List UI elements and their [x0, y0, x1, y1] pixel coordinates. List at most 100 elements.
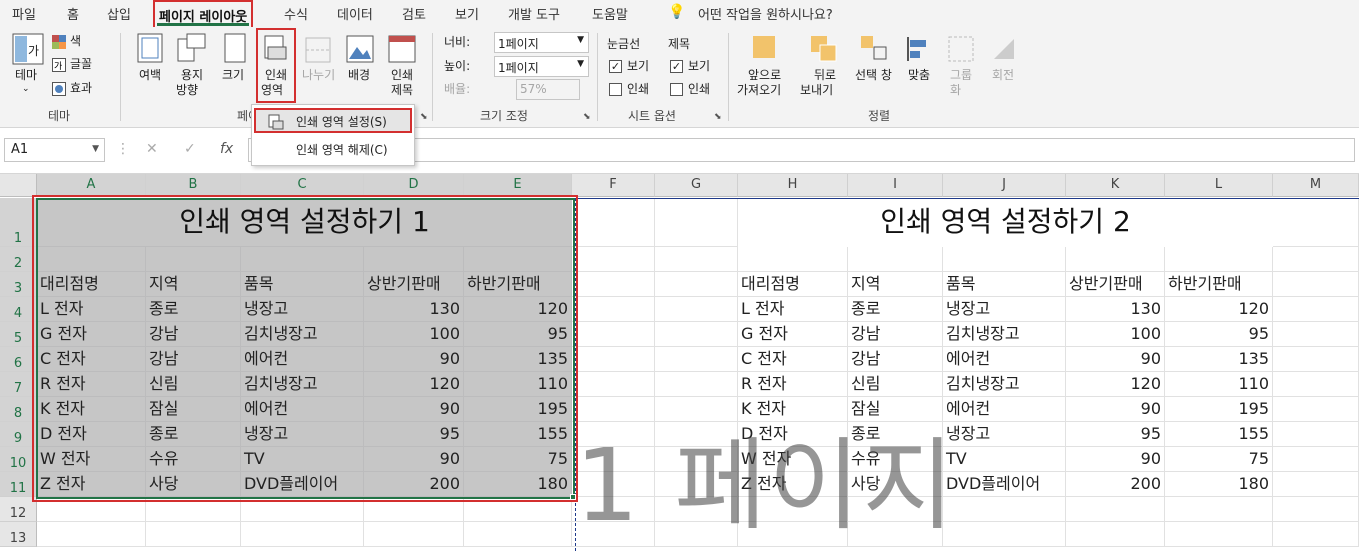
table1-header[interactable]: 품목	[241, 272, 364, 297]
table2-header[interactable]: 지역	[848, 272, 943, 297]
cell[interactable]	[655, 472, 738, 497]
cell[interactable]	[146, 247, 241, 272]
table1-cell[interactable]: 75	[464, 447, 572, 472]
cell[interactable]	[655, 322, 738, 347]
table2-cell[interactable]: 냉장고	[943, 297, 1066, 322]
row-header-13[interactable]: 13	[0, 522, 37, 547]
table2-cell[interactable]: 100	[1066, 322, 1165, 347]
table2-cell[interactable]: G 전자	[738, 322, 848, 347]
table1-header[interactable]: 상반기판매	[364, 272, 464, 297]
cell[interactable]	[738, 497, 848, 522]
table1-cell[interactable]: 사당	[146, 472, 241, 497]
table1-cell[interactable]: Z 전자	[37, 472, 146, 497]
table1-header[interactable]: 대리점명	[37, 272, 146, 297]
table1-cell[interactable]: TV	[241, 447, 364, 472]
cell[interactable]	[572, 522, 655, 547]
cell[interactable]	[1273, 247, 1359, 272]
table2-header[interactable]: 상반기판매	[1066, 272, 1165, 297]
table2-cell[interactable]: 잠실	[848, 397, 943, 422]
column-header-j[interactable]: J	[943, 174, 1066, 197]
effects-label[interactable]: 효과	[70, 81, 92, 96]
margins-icon[interactable]	[137, 33, 163, 63]
cell[interactable]	[655, 422, 738, 447]
width-select[interactable]: 1페이지 ▼	[494, 32, 589, 53]
cell[interactable]	[464, 497, 572, 522]
cell[interactable]	[1273, 372, 1359, 397]
background-icon[interactable]	[346, 35, 374, 63]
table1-cell[interactable]: 수유	[146, 447, 241, 472]
table1-cell[interactable]: 신림	[146, 372, 241, 397]
table2-cell[interactable]: R 전자	[738, 372, 848, 397]
table1-cell[interactable]: 135	[464, 347, 572, 372]
cancel-icon[interactable]: ✕	[146, 141, 158, 157]
table2-header[interactable]: 품목	[943, 272, 1066, 297]
table1-cell[interactable]: 120	[464, 297, 572, 322]
table1-header[interactable]: 지역	[146, 272, 241, 297]
cell[interactable]	[1165, 522, 1273, 547]
bring-forward-icon[interactable]	[752, 35, 778, 61]
table1-cell[interactable]: 강남	[146, 322, 241, 347]
cell[interactable]	[572, 497, 655, 522]
table2-cell[interactable]: 120	[1066, 372, 1165, 397]
themes-icon[interactable]: 가	[12, 33, 44, 65]
table2-cell[interactable]: 130	[1066, 297, 1165, 322]
cell[interactable]	[655, 297, 738, 322]
cell[interactable]	[738, 247, 848, 272]
table2-cell[interactable]: 180	[1165, 472, 1273, 497]
cell[interactable]	[943, 497, 1066, 522]
cell[interactable]	[572, 472, 655, 497]
orientation-icon[interactable]	[177, 33, 207, 63]
cell[interactable]	[241, 522, 364, 547]
table2-cell[interactable]: DVD플레이어	[943, 472, 1066, 497]
table2-cell[interactable]: 120	[1165, 297, 1273, 322]
cell[interactable]	[364, 522, 464, 547]
column-header-g[interactable]: G	[655, 174, 738, 197]
gridlines-view-checkbox[interactable]: ✓	[609, 60, 622, 73]
name-box[interactable]: A1 ▼	[4, 138, 105, 162]
row-header-11[interactable]: 11	[0, 472, 37, 497]
table1-cell[interactable]: 95	[464, 322, 572, 347]
table1-cell[interactable]: DVD플레이어	[241, 472, 364, 497]
table2-cell[interactable]: 강남	[848, 322, 943, 347]
cell[interactable]	[37, 247, 146, 272]
cell[interactable]	[655, 347, 738, 372]
table2-cell[interactable]: 90	[1066, 347, 1165, 372]
tab-review[interactable]: 검토	[402, 4, 426, 23]
colors-label[interactable]: 색	[70, 34, 81, 49]
table1-cell[interactable]: C 전자	[37, 347, 146, 372]
table1-title[interactable]: 인쇄 영역 설정하기 1	[37, 198, 572, 247]
table1-cell[interactable]: 잠실	[146, 397, 241, 422]
table1-cell[interactable]: 130	[364, 297, 464, 322]
column-header-m[interactable]: M	[1273, 174, 1359, 197]
headings-print-checkbox[interactable]	[670, 83, 683, 96]
table1-cell[interactable]: 90	[364, 347, 464, 372]
table1-cell[interactable]: 120	[364, 372, 464, 397]
tab-home[interactable]: 홈	[67, 4, 79, 23]
tab-insert[interactable]: 삽입	[107, 4, 131, 23]
fonts-label[interactable]: 글꼴	[70, 57, 92, 72]
table1-cell[interactable]: R 전자	[37, 372, 146, 397]
cell[interactable]	[146, 522, 241, 547]
cell[interactable]	[572, 322, 655, 347]
cell[interactable]	[1165, 497, 1273, 522]
height-select[interactable]: 1페이지 ▼	[494, 56, 589, 77]
table2-cell[interactable]: 200	[1066, 472, 1165, 497]
headings-view-checkbox[interactable]: ✓	[670, 60, 683, 73]
table2-cell[interactable]: 75	[1165, 447, 1273, 472]
cell[interactable]	[655, 247, 738, 272]
column-header-h[interactable]: H	[738, 174, 848, 197]
cell[interactable]	[572, 297, 655, 322]
table1-cell[interactable]: 180	[464, 472, 572, 497]
table1-cell[interactable]: 냉장고	[241, 422, 364, 447]
cell[interactable]	[1273, 297, 1359, 322]
table2-cell[interactable]: 에어컨	[943, 397, 1066, 422]
cell[interactable]	[655, 447, 738, 472]
cell[interactable]	[943, 522, 1066, 547]
table1-header[interactable]: 하반기판매	[464, 272, 572, 297]
table2-cell[interactable]: 90	[1066, 397, 1165, 422]
table2-cell[interactable]: L 전자	[738, 297, 848, 322]
cell[interactable]	[943, 247, 1066, 272]
table1-cell[interactable]: 김치냉장고	[241, 322, 364, 347]
table2-cell[interactable]: 90	[1066, 447, 1165, 472]
table2-cell[interactable]: 종로	[848, 297, 943, 322]
